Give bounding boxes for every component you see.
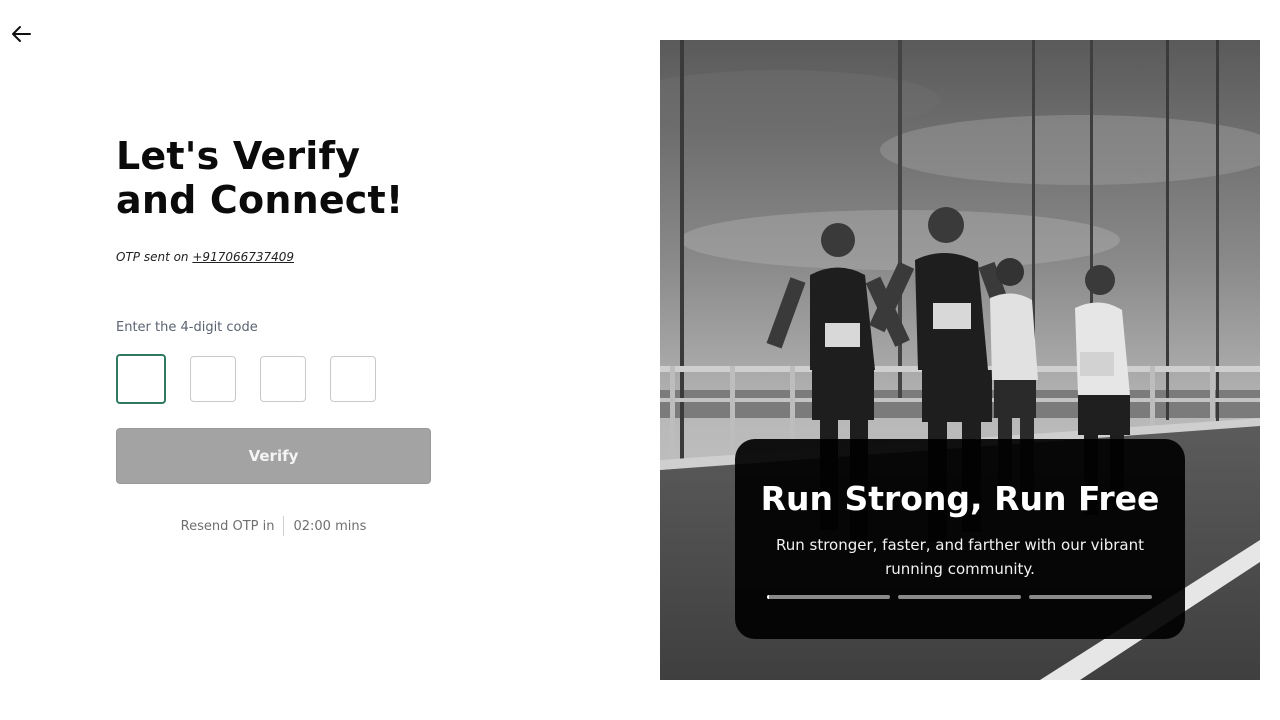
hero-image: Run Strong, Run Free Run stronger, faste… <box>660 40 1260 680</box>
resend-row: Resend OTP in 02:00 mins <box>116 516 431 536</box>
hero-caption-card: Run Strong, Run Free Run stronger, faste… <box>735 439 1185 639</box>
slide-indicator-3[interactable] <box>1029 595 1152 599</box>
resend-label: Resend OTP in <box>180 518 275 534</box>
slide-indicator-1[interactable] <box>767 595 890 599</box>
otp-digit-3[interactable] <box>260 356 306 402</box>
verify-button[interactable]: Verify <box>116 428 431 484</box>
slide-indicator-2[interactable] <box>898 595 1021 599</box>
otp-digit-2[interactable] <box>190 356 236 402</box>
otp-digit-1[interactable] <box>116 354 166 404</box>
otp-digit-4[interactable] <box>330 356 376 402</box>
page-title: Let's Verify and Connect! <box>116 134 404 222</box>
otp-form: Let's Verify and Connect! OTP sent on +9… <box>116 134 436 536</box>
code-label: Enter the 4-digit code <box>116 320 258 335</box>
resend-divider <box>283 516 285 536</box>
otp-sent-text: OTP sent on +917066737409 <box>116 250 436 264</box>
back-button[interactable] <box>8 22 34 46</box>
phone-number-link[interactable]: +917066737409 <box>192 250 294 264</box>
otp-sent-prefix: OTP sent on <box>116 250 189 264</box>
hero-subtitle: Run stronger, faster, and farther with o… <box>775 536 1144 578</box>
verify-page: Let's Verify and Connect! OTP sent on +9… <box>0 0 1280 720</box>
slide-indicator-fill <box>767 595 770 599</box>
hero-title: Run Strong, Run Free <box>760 479 1160 518</box>
otp-input-group <box>116 354 436 404</box>
slide-progress <box>767 595 1152 599</box>
arrow-left-icon <box>12 26 31 42</box>
resend-timer: 02:00 mins <box>293 518 367 534</box>
